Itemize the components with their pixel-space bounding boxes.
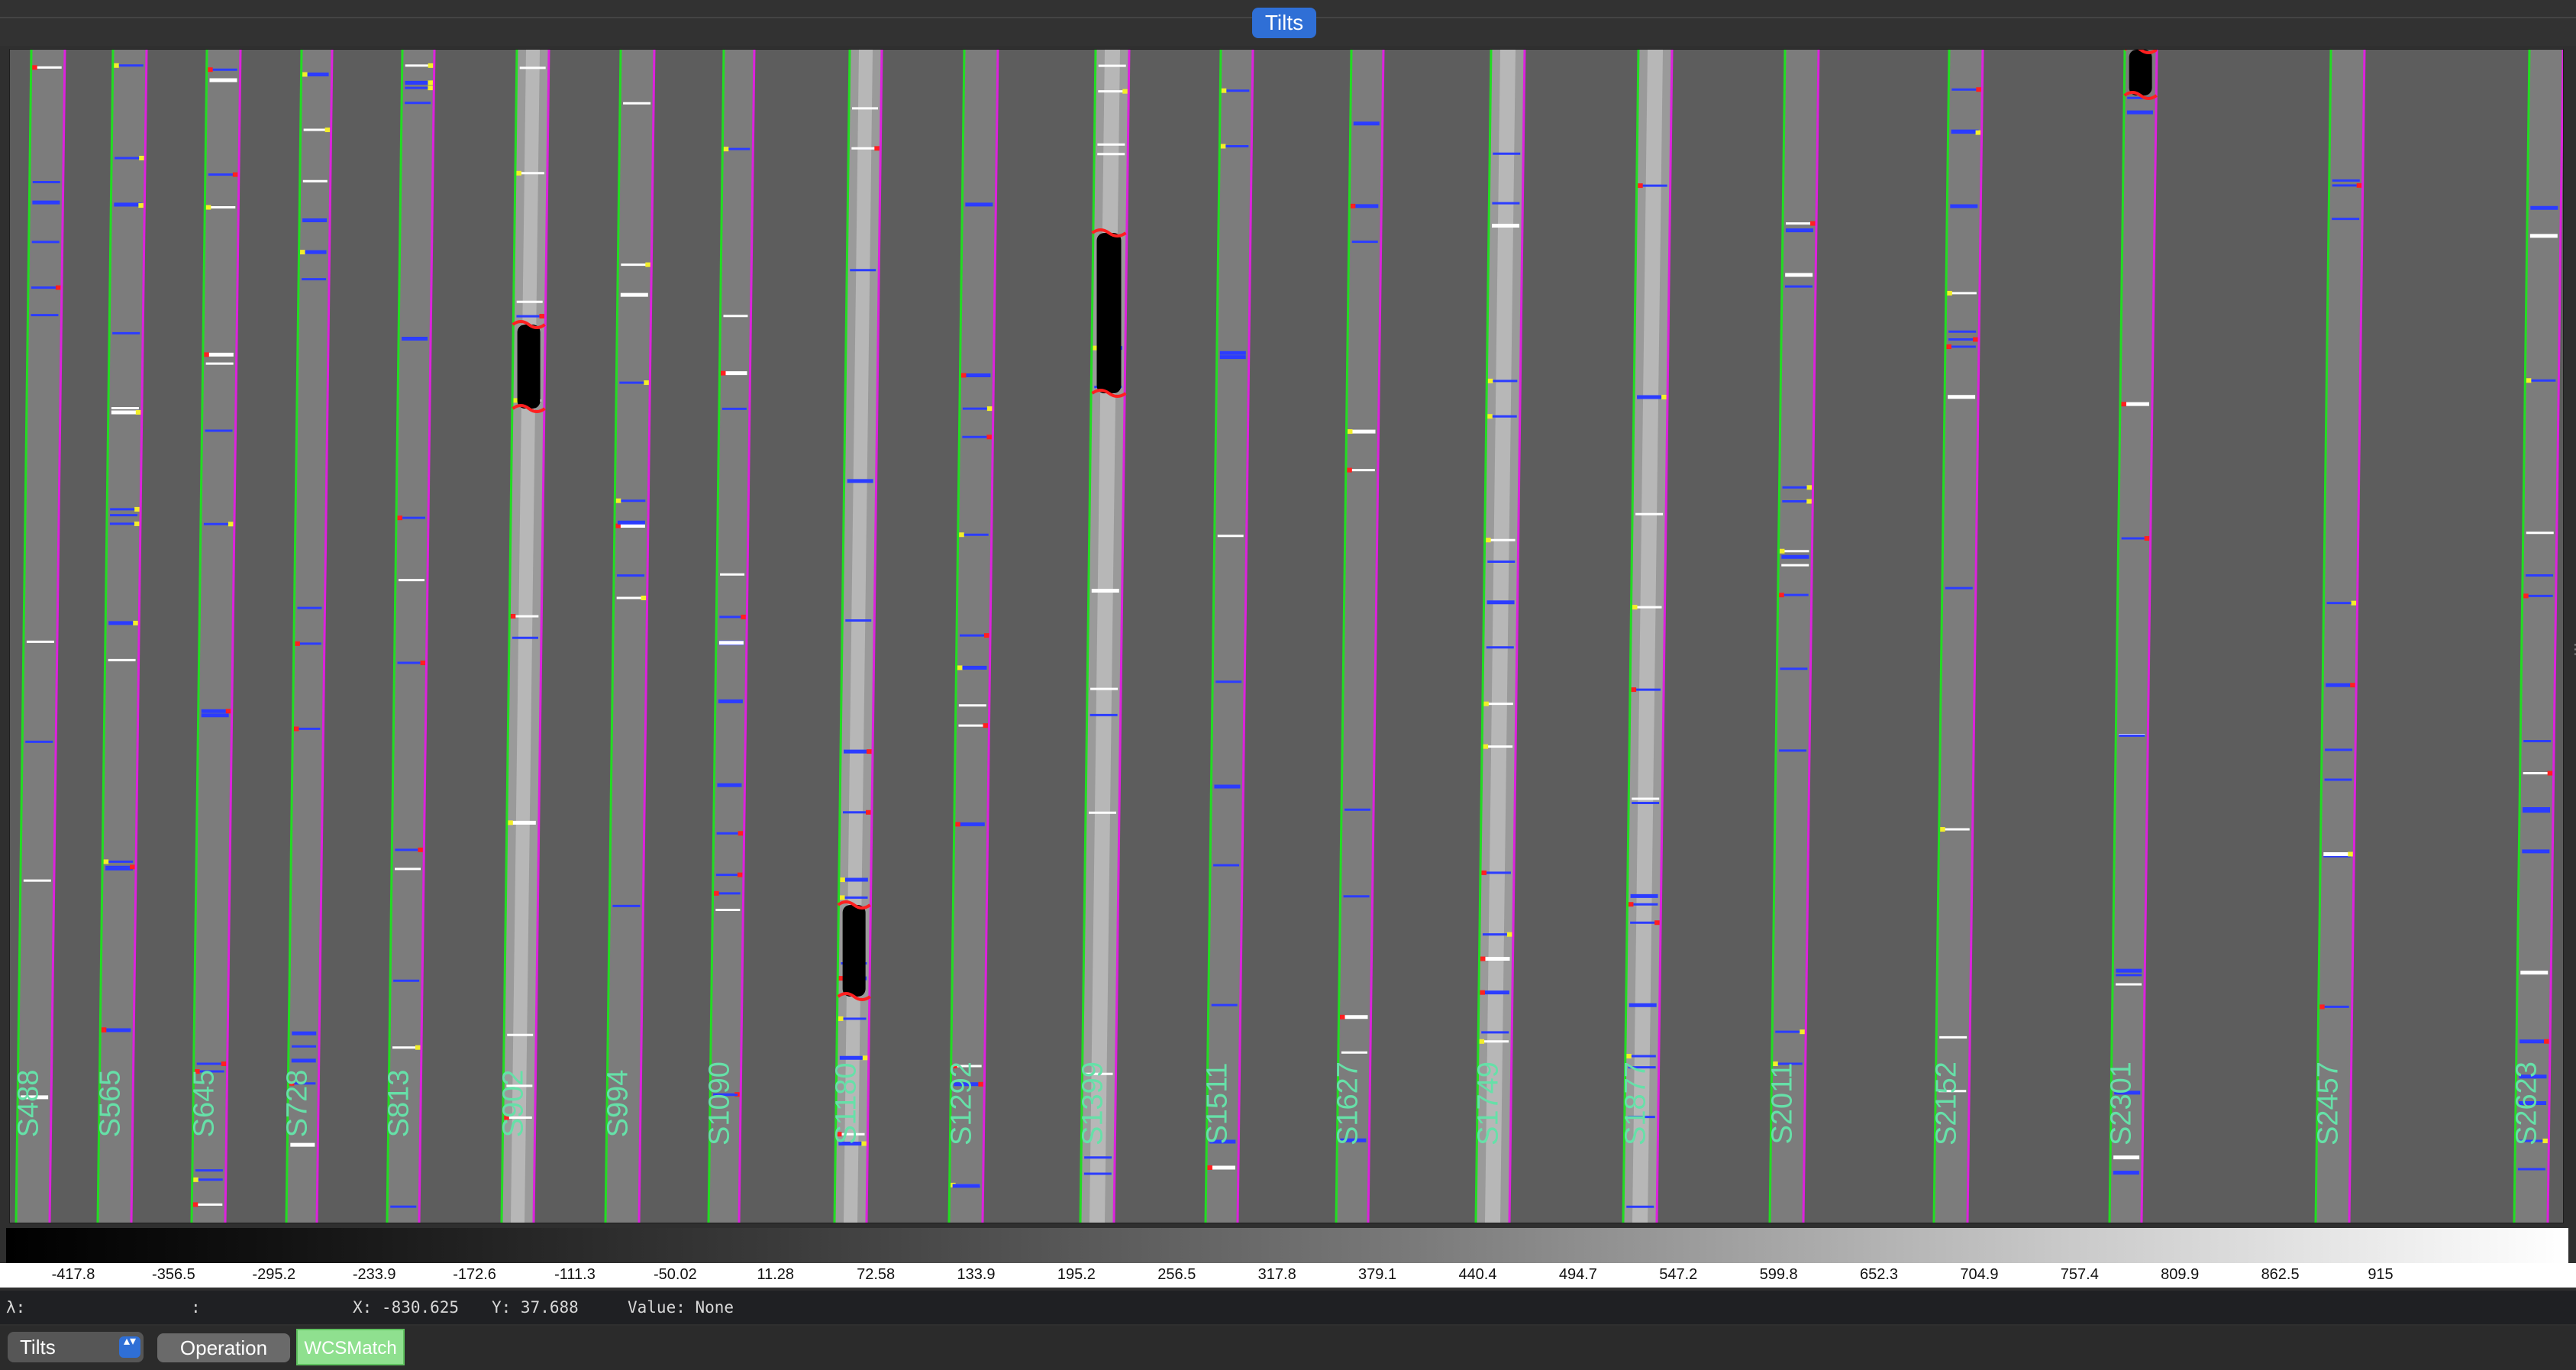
slit-label: S728: [282, 1070, 314, 1138]
colorbar-tick-label: 72.58: [857, 1266, 896, 1283]
slit-label: S2457: [2313, 1061, 2345, 1145]
slit-label: S1877: [1620, 1061, 1652, 1145]
slit-label: S994: [602, 1070, 634, 1138]
wcsmatch-button[interactable]: WCSMatch: [296, 1329, 405, 1365]
colorbar-tick-label: 133.9: [957, 1266, 996, 1283]
slit-s2011[interactable]: S2011: [1767, 50, 1820, 1223]
lambda-readout: λ:: [6, 1298, 26, 1317]
saturated-region: [842, 905, 866, 997]
slit-label: S2301: [2106, 1061, 2138, 1145]
slit-label: S1292: [946, 1061, 978, 1145]
colorbar-tick-label: -356.5: [152, 1266, 195, 1283]
colorbar-tick-label: 379.1: [1358, 1266, 1397, 1283]
slit-label: S813: [383, 1070, 415, 1138]
slit-label: S2623: [2511, 1061, 2543, 1145]
status-separator: :: [191, 1298, 201, 1317]
slit-s1877[interactable]: S1877: [1620, 50, 1674, 1223]
value-readout: Value: None: [628, 1298, 734, 1317]
slit-s2152[interactable]: S2152: [1931, 50, 1984, 1223]
slit-s488[interactable]: S488: [13, 50, 66, 1223]
slit-s1627[interactable]: S1627: [1332, 50, 1385, 1223]
slit-label: S1627: [1332, 1061, 1364, 1145]
slit-label: S1399: [1077, 1061, 1109, 1145]
colorbar-tick-label: 494.7: [1558, 1266, 1597, 1283]
image-viewer[interactable]: S488 S565 S645 S728 S813 S902 S994 S1090 S1180 S1…: [9, 49, 2564, 1223]
slit-s1749[interactable]: S1749: [1473, 50, 1526, 1223]
colorbar-tick-label: 256.5: [1157, 1266, 1196, 1283]
slit-s994[interactable]: S994: [602, 50, 656, 1223]
operation-button[interactable]: Operation: [157, 1333, 290, 1362]
slit-s813[interactable]: S813: [383, 50, 436, 1223]
colorbar-tick-label: 704.9: [1960, 1266, 1999, 1283]
slit-s728[interactable]: S728: [282, 50, 334, 1223]
slit-label: S902: [498, 1070, 530, 1138]
slit-s2457[interactable]: S2457: [2313, 50, 2366, 1223]
colorbar-tick-label: 317.8: [1257, 1266, 1296, 1283]
slit-label: S2011: [1767, 1062, 1799, 1144]
colorbar-tick-label: -111.3: [554, 1266, 596, 1283]
colorbar-tick-label: 440.4: [1458, 1266, 1497, 1283]
mode-select-value: Tilts: [20, 1336, 56, 1359]
resize-handle[interactable]: ⋮: [2568, 641, 2576, 680]
colorbar-tick-label: -50.02: [653, 1266, 697, 1283]
slit-s645[interactable]: S645: [189, 50, 242, 1223]
y-readout: Y: 37.688: [492, 1298, 579, 1317]
colorbar-tick-label: -172.6: [453, 1266, 496, 1283]
colorbar-tick-label: -417.8: [51, 1266, 95, 1283]
slit-s1511[interactable]: S1511: [1202, 50, 1254, 1223]
slit-label: S1511: [1202, 1062, 1234, 1144]
slit-s1292[interactable]: S1292: [946, 50, 999, 1223]
slit-s1399[interactable]: S1399: [1077, 50, 1131, 1223]
colorbar-tick-label: 547.2: [1659, 1266, 1698, 1283]
tab-tilts[interactable]: Tilts: [1252, 8, 1316, 38]
saturated-region: [1096, 233, 1122, 393]
mode-select[interactable]: Tilts ▴▾: [8, 1332, 144, 1362]
colorbar-tick-label: 915: [2368, 1266, 2394, 1283]
slit-image[interactable]: S488 S565 S645 S728 S813 S902 S994 S1090 S1180 S1…: [10, 50, 2563, 1223]
status-bar: λ: : X: -830.625 Y: 37.688 Value: None: [0, 1291, 2576, 1324]
chevron-updown-icon: ▴▾: [119, 1336, 140, 1358]
colorbar-tick-label: 652.3: [1860, 1266, 1899, 1283]
slit-s2301[interactable]: S2301: [2106, 50, 2158, 1223]
slit-s1180[interactable]: S1180: [831, 50, 883, 1223]
title-bar: Tilts: [0, 0, 2576, 46]
colorbar-tick-label: 809.9: [2161, 1266, 2200, 1283]
colorbar-tick-label: 862.5: [2261, 1266, 2300, 1283]
slit-s902[interactable]: S902: [498, 50, 550, 1223]
slit-s1090[interactable]: S1090: [704, 50, 756, 1223]
slit-label: S1090: [704, 1061, 736, 1145]
bottom-toolbar: Tilts ▴▾ Operation WCSMatch: [0, 1326, 2576, 1370]
colorbar-tick-label: 195.2: [1057, 1266, 1096, 1283]
slit-label: S488: [13, 1070, 45, 1138]
colorbar-tick-label: -295.2: [252, 1266, 296, 1283]
slit-s565[interactable]: S565: [95, 50, 148, 1223]
colorbar: [6, 1228, 2568, 1263]
slit-s2623[interactable]: S2623: [2511, 50, 2563, 1223]
saturated-region: [2129, 50, 2152, 95]
slit-label: S1749: [1473, 1061, 1505, 1145]
x-readout: X: -830.625: [353, 1298, 460, 1317]
colorbar-tick-label: 599.8: [1759, 1266, 1798, 1283]
colorbar-tick-label: -233.9: [352, 1266, 396, 1283]
slit-label: S565: [95, 1070, 127, 1138]
saturated-region: [517, 325, 541, 409]
slit-label: S645: [189, 1070, 221, 1138]
colorbar-tick-label: 757.4: [2060, 1266, 2099, 1283]
slit-label: S2152: [1931, 1061, 1963, 1145]
slit-label: S1180: [831, 1062, 863, 1144]
colorbar-ticks: -417.8 -356.5 -295.2 -233.9 -172.6 -111.3 -50.…: [0, 1263, 2576, 1288]
colorbar-tick-label: 11.28: [757, 1266, 795, 1283]
